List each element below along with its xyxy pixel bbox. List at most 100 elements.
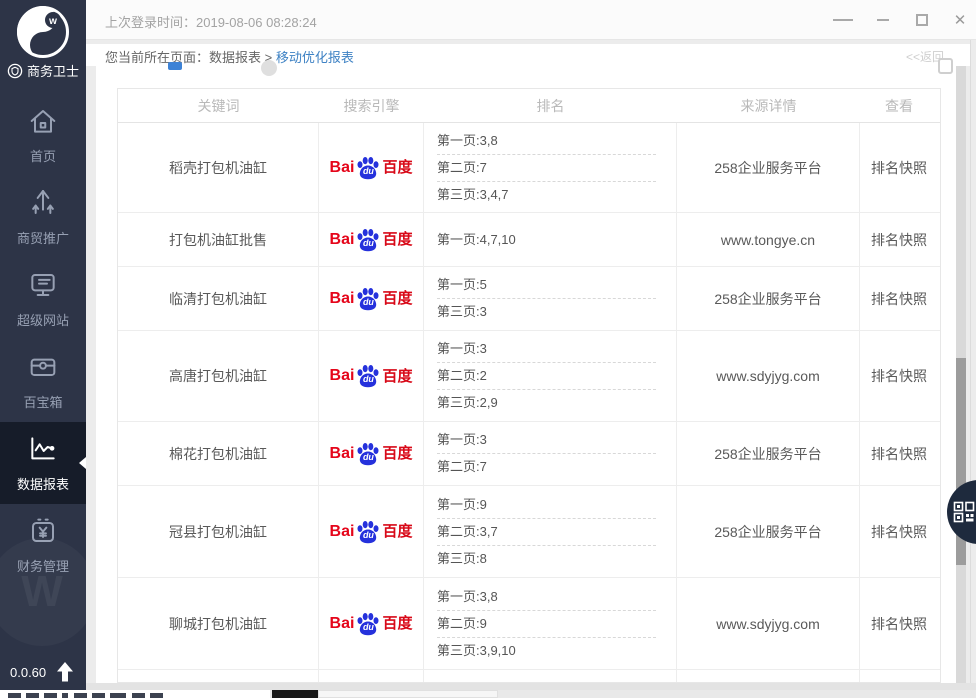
keyword-cell: 棉花打包机油缸 <box>118 422 319 485</box>
baidu-du-text: du <box>355 453 381 462</box>
search-engine-cell: Bai du 百度 <box>319 267 424 330</box>
baidu-bai-text: Bai <box>330 291 355 307</box>
baidu-du-text: du <box>355 375 381 384</box>
baidu-logo: Bai du 百度 <box>330 156 413 180</box>
rank-snapshot-link[interactable]: 排名快照 <box>860 486 938 577</box>
rank-cell: 第一页:3,8 第二页:9 第三页:3,9,10 <box>424 578 677 669</box>
rank-line: 第二页:9 <box>437 610 656 637</box>
table-row: 冠县打包机油缸 Bai du 百度 第一页:9 第二页:3,7 第三页:8 <box>118 486 940 578</box>
sidebar-item-reports[interactable]: 数据报表 <box>0 422 86 504</box>
baidu-bai-text: Bai <box>330 616 355 632</box>
close-icon[interactable]: ✕ <box>950 10 970 30</box>
background-light-panel <box>318 690 498 698</box>
rank-cell: 第一页:9 第二页:3,7 第三页:8 <box>424 486 677 577</box>
table-row: 棉花打包机油缸 Bai du 百度 第一页:3 第二页:7 <box>118 422 940 486</box>
baidu-bai-text: Bai <box>330 368 355 384</box>
baidu-bai-text: Bai <box>330 524 355 540</box>
breadcrumb: 您当前所在页面：数据报表 > 移动优化报表 <box>105 47 354 66</box>
app-logo: w <box>16 5 70 59</box>
rank-snapshot-link[interactable]: 排名快照 <box>860 267 938 330</box>
rank-snapshot-link[interactable]: 排名快照 <box>860 213 938 266</box>
background-text-strip <box>0 690 270 698</box>
background-dark-block <box>272 690 318 698</box>
sidebar-nav: 首页 商贸推广 超级网站 百宝箱 <box>0 94 86 586</box>
sidebar-item-promotion[interactable]: 商贸推广 <box>0 176 86 258</box>
rank-line: 第一页:4,7,10 <box>437 227 656 253</box>
window-right-edge <box>970 40 971 690</box>
baidu-paw-icon: du <box>355 156 381 180</box>
keyword-cell: 高唐打包机油缸 <box>118 331 319 421</box>
rank-line: 第一页:3,8 <box>437 128 656 154</box>
minimize-icon[interactable] <box>873 10 893 30</box>
search-engine-cell: Bai du 百度 <box>319 422 424 485</box>
baidu-cn-text: 百度 <box>382 232 412 247</box>
rank-line: 第二页:7 <box>437 453 656 480</box>
toolbox-icon <box>27 351 59 383</box>
keyword-cell: 聊城打包机油缸 <box>118 578 319 669</box>
scroll-to-top-button[interactable] <box>56 662 74 682</box>
baidu-cn-text: 百度 <box>382 446 412 461</box>
source-cell: 258企业服务平台 <box>677 123 860 212</box>
sidebar-item-home[interactable]: 首页 <box>0 94 86 176</box>
rank-cell: 第一页:5 第三页:3 <box>424 267 677 330</box>
rank-snapshot-link[interactable]: 排名快照 <box>860 578 938 669</box>
header-keyword: 关键词 <box>118 89 319 122</box>
baidu-bai-text: Bai <box>330 232 355 248</box>
table-header-row: 关键词 搜索引擎 排名 来源详情 查看 <box>118 89 940 123</box>
clipped-control-icon <box>938 58 953 74</box>
brand-name: 商务卫士 <box>27 61 79 80</box>
search-engine-cell: Bai du 百度 <box>319 213 424 266</box>
search-engine-cell: Bai du 百度 <box>319 578 424 669</box>
shield-badge-icon <box>7 63 23 79</box>
baidu-bai-text: Bai <box>330 160 355 176</box>
clipped-tab-indicator <box>168 62 182 70</box>
home-icon <box>27 105 59 137</box>
breadcrumb-current[interactable]: 移动优化报表 <box>276 50 354 65</box>
sidebar-item-label: 数据报表 <box>17 474 69 493</box>
rank-line: 第三页:3,4,7 <box>437 181 656 208</box>
title-bar: 上次登录时间：2019-08-06 08:28:24 ✕ <box>0 0 976 40</box>
baidu-logo: Bai du 百度 <box>330 612 413 636</box>
search-engine-cell: Bai du 百度 <box>319 331 424 421</box>
source-cell: 258企业服务平台 <box>677 267 860 330</box>
rank-line: 第二页:3,7 <box>437 518 656 545</box>
scrollbar-track[interactable] <box>956 66 966 683</box>
sidebar-item-toolbox[interactable]: 百宝箱 <box>0 340 86 422</box>
baidu-logo: Bai du 百度 <box>330 228 413 252</box>
baidu-paw-icon: du <box>355 228 381 252</box>
baidu-paw-icon: du <box>355 364 381 388</box>
source-cell: 258企业服务平台 <box>677 486 860 577</box>
keyword-cell: 打包机油缸批售 <box>118 213 319 266</box>
rank-line: 第二页:7 <box>437 154 656 181</box>
header-view: 查看 <box>860 89 938 122</box>
breadcrumb-prefix: 您当前所在页面： <box>105 50 209 65</box>
promotion-arrows-icon <box>27 187 59 219</box>
rank-line: 第三页:8 <box>437 545 656 572</box>
maximize-icon[interactable] <box>912 10 932 30</box>
sidebar-item-label: 百宝箱 <box>23 392 62 411</box>
baidu-logo: Bai du 百度 <box>330 442 413 466</box>
breadcrumb-bar: 您当前所在页面：数据报表 > 移动优化报表 <<返回 <box>86 44 970 66</box>
version-number: 0.0.60 <box>10 665 46 680</box>
qr-code-icon <box>953 501 975 523</box>
rank-snapshot-link[interactable]: 排名快照 <box>860 422 938 485</box>
menu-icon[interactable] <box>833 10 853 30</box>
rank-snapshot-link[interactable]: 排名快照 <box>860 123 938 212</box>
source-cell: 258企业服务平台 <box>677 422 860 485</box>
sidebar-item-label: 商贸推广 <box>17 228 69 247</box>
baidu-du-text: du <box>355 239 381 248</box>
rank-report-table: 关键词 搜索引擎 排名 来源详情 查看 稻壳打包机油缸 Bai du 百度 <box>117 88 941 683</box>
baidu-cn-text: 百度 <box>382 291 412 306</box>
rank-cell: 第一页:3 第二页:7 <box>424 422 677 485</box>
sidebar-item-label: 超级网站 <box>17 310 69 329</box>
baidu-du-text: du <box>355 623 381 632</box>
rank-line: 第三页:3,9,10 <box>437 637 656 664</box>
line-chart-icon <box>27 433 59 465</box>
rank-line: 第一页:3 <box>437 427 656 453</box>
table-row: 临清打包机油缸 Bai du 百度 第一页:5 第三页:3 <box>118 267 940 331</box>
source-cell: www.sdyjyg.com <box>677 331 860 421</box>
rank-line: 第一页:3,8 <box>437 584 656 610</box>
baidu-paw-icon: du <box>355 287 381 311</box>
sidebar-item-website[interactable]: 超级网站 <box>0 258 86 340</box>
rank-snapshot-link[interactable]: 排名快照 <box>860 331 938 421</box>
